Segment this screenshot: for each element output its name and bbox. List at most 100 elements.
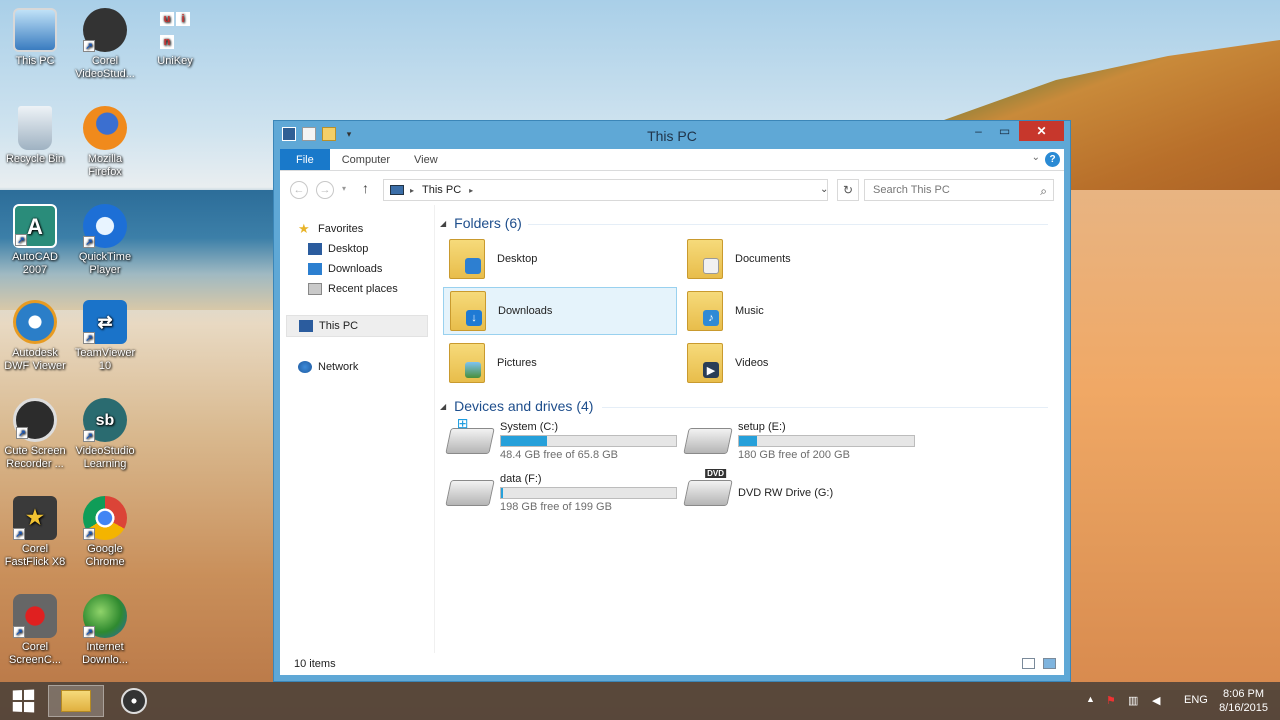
star-icon: ★	[298, 221, 310, 236]
help-icon[interactable]: ?	[1045, 152, 1060, 167]
taskbar-file-explorer[interactable]	[48, 685, 104, 717]
desktop-icon-corel-fastflick[interactable]: ★ ↗ Corel FastFlick X8	[0, 496, 70, 569]
desktop-icon-label: Recycle Bin	[5, 153, 65, 165]
drive-tile-e[interactable]: setup (E:) 180 GB free of 200 GB	[683, 417, 922, 465]
drive-tile-f[interactable]: data (F:) 198 GB free of 199 GB	[445, 469, 684, 517]
action-center-flag-icon[interactable]: ⚑	[1106, 694, 1116, 707]
show-hidden-icons-icon[interactable]: ▲	[1086, 694, 1095, 704]
clock[interactable]: 8:06 PM 8/16/2015	[1219, 687, 1268, 715]
folder-name: Downloads	[498, 305, 553, 317]
desktop-icon-videostudio-learning[interactable]: sb ↗ VideoStudio Learning	[70, 398, 140, 471]
folder-tile-downloads[interactable]: ↓ Downloads	[443, 287, 677, 335]
address-box[interactable]: ▸ This PC ▸	[383, 179, 828, 201]
explorer-window[interactable]: ▾ This PC – ▭ ✕ File Computer View ⌄ ? ←…	[273, 120, 1071, 682]
expand-ribbon-icon[interactable]: ⌄	[1032, 152, 1040, 163]
search-icon[interactable]: ⌕	[1040, 181, 1047, 201]
folder-tile-music[interactable]: ♪ Music	[681, 287, 915, 335]
collapse-triangle-icon[interactable]: ◢	[440, 219, 446, 228]
nav-favorites[interactable]: ★ Favorites	[298, 221, 363, 236]
up-button[interactable]: ↑	[362, 180, 369, 196]
large-icons-view-icon[interactable]	[1043, 658, 1056, 669]
folder-tile-videos[interactable]: ▶ Videos	[681, 339, 915, 387]
file-explorer-icon	[61, 690, 91, 712]
desktop-icon-cute-screen-recorder[interactable]: ↗ Cute Screen Recorder ...	[0, 398, 70, 471]
clock-time: 8:06 PM	[1223, 688, 1265, 700]
desktop-icon-label: UniKey	[157, 55, 193, 67]
input-language[interactable]: ENG	[1184, 694, 1208, 706]
group-header-folders[interactable]: ◢ Folders (6)	[440, 215, 522, 231]
folder-tile-pictures[interactable]: Pictures	[443, 339, 677, 387]
desktop-icon-teamviewer[interactable]: ⇄ ↗ TeamViewer 10	[70, 300, 140, 373]
taskbar: ▲ ⚑ ▥ ◀ ENG 8:06 PM 8/16/2015	[0, 682, 1280, 720]
desktop-icon-recycle-bin[interactable]: Recycle Bin	[0, 106, 70, 166]
drive-usage-fill	[501, 488, 503, 498]
videostudio-learning-icon: sb ↗	[83, 398, 127, 442]
taskbar-screen-recorder[interactable]	[106, 685, 162, 717]
autocad-icon: A ↗	[13, 204, 57, 248]
start-button[interactable]	[0, 682, 46, 720]
breadcrumb-chevron-icon[interactable]: ▸	[469, 186, 473, 195]
nav-desktop[interactable]: Desktop	[308, 243, 368, 255]
fastflick-icon: ★ ↗	[13, 496, 57, 540]
maximize-button[interactable]: ▭	[991, 121, 1018, 141]
drive-usage-fill	[501, 436, 547, 446]
nav-recent-places[interactable]: Recent places	[308, 283, 398, 295]
breadcrumb-this-pc[interactable]: This PC	[422, 184, 461, 196]
breadcrumb-separator-icon[interactable]: ▸	[410, 186, 414, 195]
folder-downloads-icon: ↓	[450, 291, 486, 331]
unikey-glyph-i: i	[176, 11, 190, 26]
back-button[interactable]: ←	[290, 181, 308, 199]
nav-this-pc[interactable]: This PC	[286, 315, 428, 337]
folder-name: Pictures	[497, 357, 537, 369]
collapse-triangle-icon[interactable]: ◢	[440, 402, 446, 411]
desktop-icon-this-pc[interactable]: This PC	[0, 8, 70, 68]
minimize-button[interactable]: –	[965, 121, 992, 141]
folder-music-icon: ♪	[687, 291, 723, 331]
title-bar[interactable]: ▾ This PC – ▭ ✕	[274, 121, 1070, 149]
search-input[interactable]: Search This PC ⌕	[864, 179, 1054, 201]
nav-recent-places-label: Recent places	[328, 283, 398, 295]
desktop-icon-autodesk-dwf[interactable]: Autodesk DWF Viewer	[0, 300, 70, 373]
drive-tile-c[interactable]: ⊞ System (C:) 48.4 GB free of 65.8 GB	[445, 415, 684, 465]
group-header-devices[interactable]: ◢ Devices and drives (4)	[440, 398, 593, 414]
details-view-icon[interactable]	[1022, 658, 1035, 669]
desktop-icon-label: Internet Downlo...	[82, 641, 128, 666]
desktop-icon-unikey[interactable]: u i n UniKey	[140, 8, 210, 68]
nav-downloads[interactable]: Downloads	[308, 263, 382, 275]
network-icon	[298, 361, 312, 373]
desktop-icon-corel-videostudio[interactable]: ↗ Corel VideoStud...	[70, 8, 140, 81]
address-bar-row: ← → ▾ ↑ ▸ This PC ▸ ⌄ ↻ Search This PC ⌕	[280, 171, 1064, 205]
unikey-glyph-u: u	[160, 11, 174, 26]
close-button[interactable]: ✕	[1019, 121, 1064, 141]
folder-desktop-icon	[449, 239, 485, 279]
desktop-icon-autocad[interactable]: A ↗ AutoCAD 2007	[0, 204, 70, 277]
hard-drive-icon	[445, 480, 495, 506]
desktop-icon-corel-screencap[interactable]: ↗ Corel ScreenC...	[0, 594, 70, 667]
monitor-icon	[13, 8, 57, 52]
unikey-icon: u i n	[153, 8, 197, 52]
tab-view[interactable]: View	[402, 149, 450, 170]
refresh-button[interactable]: ↻	[837, 179, 859, 201]
address-dropdown-icon[interactable]: ⌄	[820, 184, 828, 195]
desktop-icon-quicktime[interactable]: ↗ QuickTime Player	[70, 204, 140, 277]
folder-tile-desktop[interactable]: Desktop	[443, 235, 677, 283]
view-switcher	[1022, 658, 1056, 669]
folder-tile-documents[interactable]: Documents	[681, 235, 915, 283]
group-divider	[528, 224, 1048, 225]
firefox-icon	[83, 106, 127, 150]
desktop-icon-firefox[interactable]: Mozilla Firefox	[70, 106, 140, 179]
desktop-icon-label: Mozilla Firefox	[87, 153, 123, 178]
network-status-icon[interactable]: ▥	[1128, 694, 1138, 707]
desktop-icon-internet-download-manager[interactable]: ↗ Internet Downlo...	[70, 594, 140, 667]
forward-button[interactable]: →	[316, 181, 334, 199]
autocad-glyph: A	[27, 213, 43, 239]
folder-videos-icon: ▶	[687, 343, 723, 383]
nav-network[interactable]: Network	[298, 361, 358, 373]
volume-icon[interactable]: ◀	[1152, 694, 1160, 707]
tab-computer[interactable]: Computer	[330, 149, 402, 170]
drive-tile-g[interactable]: DVD DVD RW Drive (G:)	[683, 469, 922, 517]
group-header-folders-label: Folders (6)	[454, 215, 522, 231]
recent-locations-icon[interactable]: ▾	[342, 184, 346, 193]
tab-file[interactable]: File	[280, 149, 330, 170]
desktop-icon-google-chrome[interactable]: ↗ Google Chrome	[70, 496, 140, 569]
